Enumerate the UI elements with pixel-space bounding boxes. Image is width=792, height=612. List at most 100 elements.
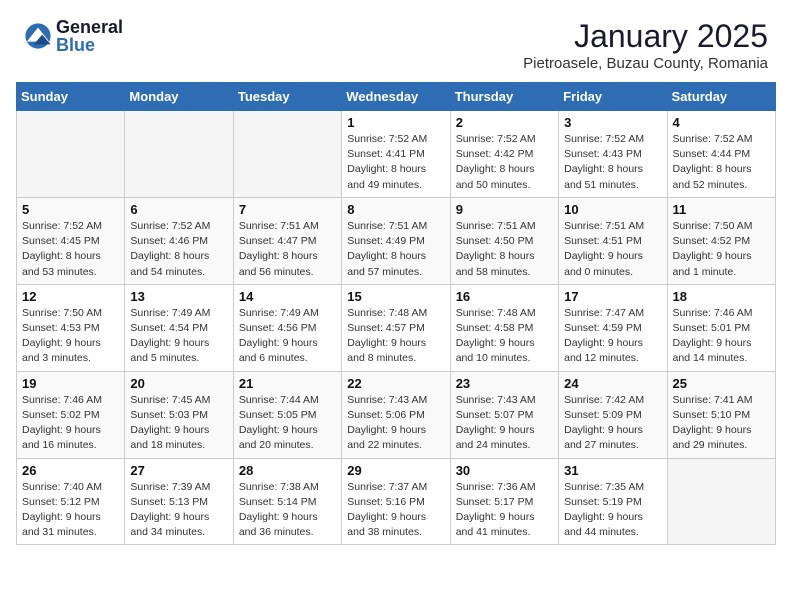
week-row-4: 19 Sunrise: 7:46 AMSunset: 5:02 PMDayligh… [17, 371, 776, 458]
day-info: Sunrise: 7:35 AMSunset: 5:19 PMDaylight:… [564, 480, 661, 541]
day-cell: 20Sunrise: 7:45 AMSunset: 5:03 PMDayligh… [125, 371, 233, 458]
day-number: 11 [673, 202, 770, 217]
day-number: 4 [673, 115, 770, 130]
day-number: 28 [239, 463, 336, 478]
day-cell: 5 Sunrise: 7:52 AMSunset: 4:45 PMDaylight… [17, 197, 125, 284]
day-cell [125, 111, 233, 198]
day-number: 7 [239, 202, 336, 217]
day-cell: 22 Sunrise: 7:43 AMSunset: 5:06 PMDayligh… [342, 371, 450, 458]
day-number: 15 [347, 289, 444, 304]
logo-text: General Blue [56, 18, 123, 54]
day-info: Sunrise: 7:46 AMSunset: 5:02 PMDaylight:… [22, 393, 119, 454]
location-subtitle: Pietroasele, Buzau County, Romania [523, 55, 768, 72]
day-info: Sunrise: 7:47 AMSunset: 4:59 PMDaylight:… [564, 306, 661, 367]
day-number: 31 [564, 463, 661, 478]
week-row-2: 5 Sunrise: 7:52 AMSunset: 4:45 PMDaylight… [17, 197, 776, 284]
day-info: Sunrise: 7:51 AMSunset: 4:49 PMDaylight:… [347, 219, 444, 280]
day-number: 12 [22, 289, 119, 304]
day-info: Sunrise: 7:38 AMSunset: 5:14 PMDaylight:… [239, 480, 336, 541]
day-info: Sunrise: 7:40 AMSunset: 5:12 PMDaylight:… [22, 480, 119, 541]
day-cell: 17 Sunrise: 7:47 AMSunset: 4:59 PMDayligh… [559, 284, 667, 371]
day-info: Sunrise: 7:39 AMSunset: 5:13 PMDaylight:… [130, 480, 227, 541]
week-row-1: 1Sunrise: 7:52 AMSunset: 4:41 PMDaylight… [17, 111, 776, 198]
day-cell: 2 Sunrise: 7:52 AMSunset: 4:42 PMDaylight… [450, 111, 558, 198]
day-cell: 10 Sunrise: 7:51 AMSunset: 4:51 PMDayligh… [559, 197, 667, 284]
calendar-table: SundayMondayTuesdayWednesdayThursdayFrid… [16, 82, 776, 545]
day-number: 18 [673, 289, 770, 304]
day-cell: 13 Sunrise: 7:49 AMSunset: 4:54 PMDayligh… [125, 284, 233, 371]
logo-blue-label: Blue [56, 36, 123, 54]
day-info: Sunrise: 7:49 AMSunset: 4:56 PMDaylight:… [239, 306, 336, 367]
weekday-header-row: SundayMondayTuesdayWednesdayThursdayFrid… [17, 83, 776, 111]
day-info: Sunrise: 7:49 AMSunset: 4:54 PMDaylight:… [130, 306, 227, 367]
day-cell [667, 458, 775, 545]
day-number: 30 [456, 463, 553, 478]
day-cell: 23 Sunrise: 7:43 AMSunset: 5:07 PMDayligh… [450, 371, 558, 458]
day-cell: 27 Sunrise: 7:39 AMSunset: 5:13 PMDayligh… [125, 458, 233, 545]
day-info: Sunrise: 7:51 AMSunset: 4:51 PMDaylight:… [564, 219, 661, 280]
day-cell: 3 Sunrise: 7:52 AMSunset: 4:43 PMDaylight… [559, 111, 667, 198]
calendar-container: SundayMondayTuesdayWednesdayThursdayFrid… [0, 82, 792, 553]
day-number: 26 [22, 463, 119, 478]
day-cell [17, 111, 125, 198]
day-cell: 30 Sunrise: 7:36 AMSunset: 5:17 PMDayligh… [450, 458, 558, 545]
day-cell: 14Sunrise: 7:49 AMSunset: 4:56 PMDayligh… [233, 284, 341, 371]
page-header: General Blue January 2025 Pietroasele, B… [0, 0, 792, 82]
day-info: Sunrise: 7:50 AMSunset: 4:53 PMDaylight:… [22, 306, 119, 367]
day-number: 17 [564, 289, 661, 304]
day-info: Sunrise: 7:48 AMSunset: 4:58 PMDaylight:… [456, 306, 553, 367]
day-cell: 12 Sunrise: 7:50 AMSunset: 4:53 PMDayligh… [17, 284, 125, 371]
day-info: Sunrise: 7:48 AMSunset: 4:57 PMDaylight:… [347, 306, 444, 367]
day-cell: 8 Sunrise: 7:51 AMSunset: 4:49 PMDaylight… [342, 197, 450, 284]
day-cell: 24 Sunrise: 7:42 AMSunset: 5:09 PMDayligh… [559, 371, 667, 458]
day-info: Sunrise: 7:43 AMSunset: 5:07 PMDaylight:… [456, 393, 553, 454]
weekday-header-thursday: Thursday [450, 83, 558, 111]
day-info: Sunrise: 7:42 AMSunset: 5:09 PMDaylight:… [564, 393, 661, 454]
weekday-header-wednesday: Wednesday [342, 83, 450, 111]
day-number: 24 [564, 376, 661, 391]
day-info: Sunrise: 7:46 AMSunset: 5:01 PMDaylight:… [673, 306, 770, 367]
day-cell: 15 Sunrise: 7:48 AMSunset: 4:57 PMDayligh… [342, 284, 450, 371]
day-number: 5 [22, 202, 119, 217]
day-cell [233, 111, 341, 198]
title-block: January 2025 Pietroasele, Buzau County, … [523, 18, 768, 72]
day-cell: 29Sunrise: 7:37 AMSunset: 5:16 PMDayligh… [342, 458, 450, 545]
day-info: Sunrise: 7:52 AMSunset: 4:42 PMDaylight:… [456, 132, 553, 193]
day-number: 25 [673, 376, 770, 391]
day-number: 29 [347, 463, 444, 478]
day-number: 3 [564, 115, 661, 130]
day-number: 23 [456, 376, 553, 391]
day-info: Sunrise: 7:43 AMSunset: 5:06 PMDaylight:… [347, 393, 444, 454]
day-number: 22 [347, 376, 444, 391]
day-info: Sunrise: 7:50 AMSunset: 4:52 PMDaylight:… [673, 219, 770, 280]
day-number: 10 [564, 202, 661, 217]
day-number: 1 [347, 115, 444, 130]
day-number: 9 [456, 202, 553, 217]
day-number: 13 [130, 289, 227, 304]
day-info: Sunrise: 7:52 AMSunset: 4:45 PMDaylight:… [22, 219, 119, 280]
day-cell: 11 Sunrise: 7:50 AMSunset: 4:52 PMDayligh… [667, 197, 775, 284]
day-number: 8 [347, 202, 444, 217]
day-cell: 18 Sunrise: 7:46 AMSunset: 5:01 PMDayligh… [667, 284, 775, 371]
weekday-header-friday: Friday [559, 83, 667, 111]
week-row-5: 26 Sunrise: 7:40 AMSunset: 5:12 PMDayligh… [17, 458, 776, 545]
day-number: 20 [130, 376, 227, 391]
day-info: Sunrise: 7:52 AMSunset: 4:43 PMDaylight:… [564, 132, 661, 193]
weekday-header-sunday: Sunday [17, 83, 125, 111]
day-info: Sunrise: 7:52 AMSunset: 4:44 PMDaylight:… [673, 132, 770, 193]
day-cell: 28 Sunrise: 7:38 AMSunset: 5:14 PMDayligh… [233, 458, 341, 545]
logo: General Blue [24, 18, 123, 54]
day-info: Sunrise: 7:51 AMSunset: 4:47 PMDaylight:… [239, 219, 336, 280]
day-number: 21 [239, 376, 336, 391]
weekday-header-saturday: Saturday [667, 83, 775, 111]
day-number: 16 [456, 289, 553, 304]
day-number: 19 [22, 376, 119, 391]
day-number: 27 [130, 463, 227, 478]
day-number: 2 [456, 115, 553, 130]
day-info: Sunrise: 7:36 AMSunset: 5:17 PMDaylight:… [456, 480, 553, 541]
month-year-title: January 2025 [523, 18, 768, 55]
day-cell: 16 Sunrise: 7:48 AMSunset: 4:58 PMDayligh… [450, 284, 558, 371]
day-info: Sunrise: 7:44 AMSunset: 5:05 PMDaylight:… [239, 393, 336, 454]
logo-general-label: General [56, 18, 123, 36]
day-info: Sunrise: 7:52 AMSunset: 4:46 PMDaylight:… [130, 219, 227, 280]
